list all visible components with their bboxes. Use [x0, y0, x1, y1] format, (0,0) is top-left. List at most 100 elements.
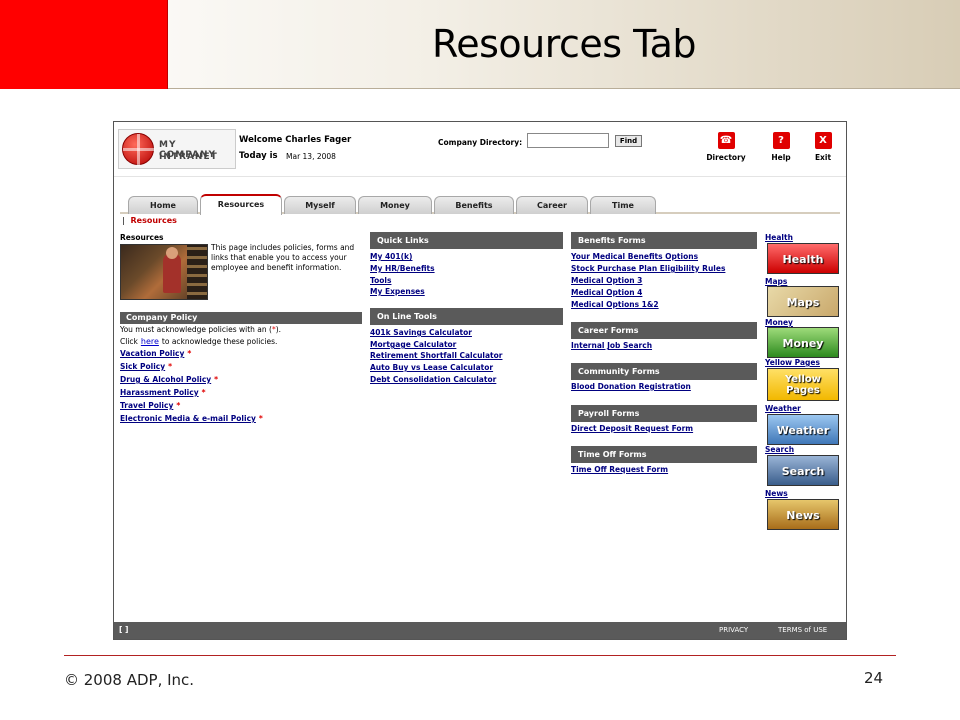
quick-links-header: Quick Links [370, 232, 563, 249]
stock-purchase-rules-link[interactable]: Stock Purchase Plan Eligibility Rules [571, 264, 725, 273]
my-expenses-link[interactable]: My Expenses [370, 287, 425, 296]
required-star: * [187, 349, 192, 358]
person-graphic [163, 253, 181, 293]
slide: Resources Tab MY COMPANY INTRANET Welcom… [0, 0, 960, 720]
tab-career[interactable]: Career [516, 196, 588, 214]
person-head-graphic [166, 247, 178, 259]
exit-label-text: Exit [814, 153, 832, 162]
tab-home[interactable]: Home [128, 196, 198, 214]
policy-link-label: Vacation Policy [120, 349, 185, 358]
tab-money[interactable]: Money [358, 196, 432, 214]
bookshelf-graphic [187, 245, 207, 299]
electronic-media-policy-link[interactable]: Electronic Media & e-mail Policy * [120, 414, 263, 423]
medical-option-4-link[interactable]: Medical Option 4 [571, 288, 642, 297]
breadcrumb-current: Resources [130, 216, 177, 225]
travel-policy-link[interactable]: Travel Policy * [120, 401, 180, 410]
required-star: * [168, 362, 173, 371]
required-star: * [214, 375, 219, 384]
required-star: * [176, 401, 181, 410]
breadcrumb: | Resources [122, 216, 177, 225]
my-hr-benefits-link[interactable]: My HR/Benefits [370, 264, 435, 273]
company-policy-header: Company Policy [120, 312, 362, 324]
slide-title-bar: Resources Tab [0, 0, 960, 89]
status-indicator: [ ] [119, 625, 129, 634]
benefits-forms-header: Benefits Forms [571, 232, 757, 249]
tab-resources[interactable]: Resources [200, 194, 282, 215]
health-link[interactable]: Health [765, 233, 793, 242]
blood-donation-link[interactable]: Blood Donation Registration [571, 382, 691, 391]
money-link[interactable]: Money [765, 318, 793, 327]
my-401k-link[interactable]: My 401(k) [370, 252, 412, 261]
maps-icon[interactable]: Maps [767, 286, 839, 317]
tab-benefits[interactable]: Benefits [434, 196, 514, 214]
debt-calculator-link[interactable]: Debt Consolidation Calculator [370, 375, 496, 384]
policy-note-suffix: ). [275, 325, 282, 334]
acknowledge-here-link[interactable]: here [141, 337, 159, 346]
auto-lease-calculator-link[interactable]: Auto Buy vs Lease Calculator [370, 363, 493, 372]
resources-description: This page includes policies, forms and l… [211, 243, 355, 272]
tab-bar: Home Resources Myself Money Benefits Car… [114, 176, 846, 215]
directory-label-text: Directory [706, 153, 746, 162]
weather-icon[interactable]: Weather [767, 414, 839, 445]
weather-link[interactable]: Weather [765, 404, 801, 413]
medical-option-3-link[interactable]: Medical Option 3 [571, 276, 642, 285]
direct-deposit-link[interactable]: Direct Deposit Request Form [571, 424, 693, 433]
exit-button[interactable]: X Exit [798, 132, 846, 162]
tools-link[interactable]: Tools [370, 276, 391, 285]
intranet-screenshot: MY COMPANY INTRANET Welcome Charles Fage… [113, 121, 847, 640]
retirement-calculator-link[interactable]: Retirement Shortfall Calculator [370, 351, 502, 360]
yellow-pages-link[interactable]: Yellow Pages [765, 358, 820, 367]
privacy-link[interactable]: PRIVACY [719, 626, 748, 634]
yellow-pages-icon[interactable]: Yellow Pages [767, 368, 839, 401]
yellow-pages-icon-text-1: Yellow [784, 374, 822, 385]
policy-acknowledge-note: Click here to acknowledge these policies. [120, 337, 277, 346]
status-bar: [ ] PRIVACY TERMS of USE [114, 622, 846, 639]
time-off-request-link[interactable]: Time Off Request Form [571, 465, 668, 474]
money-icon[interactable]: Money [767, 327, 839, 358]
today-date: Mar 13, 2008 [286, 152, 336, 161]
health-icon[interactable]: Health [767, 243, 839, 274]
medical-benefits-options-link[interactable]: Your Medical Benefits Options [571, 252, 698, 261]
payroll-forms-header: Payroll Forms [571, 405, 757, 422]
required-star: * [201, 388, 206, 397]
sick-policy-link[interactable]: Sick Policy * [120, 362, 172, 371]
resources-photo [120, 244, 208, 300]
directory-search-input[interactable] [527, 133, 609, 148]
find-button[interactable]: Find [615, 135, 642, 147]
policy-note-prefix: You must acknowledge policies with an ( [120, 325, 272, 334]
page-number: 24 [864, 669, 884, 687]
search-icon[interactable]: Search [767, 455, 839, 486]
breadcrumb-separator: | [122, 216, 125, 225]
harassment-policy-link[interactable]: Harassment Policy * [120, 388, 206, 397]
click-text: Click [120, 337, 138, 346]
intranet-header: MY COMPANY INTRANET Welcome Charles Fage… [114, 122, 846, 176]
policy-link-label: Harassment Policy [120, 388, 199, 397]
directory-button[interactable]: ☎ Directory [701, 132, 751, 162]
news-link[interactable]: News [765, 489, 788, 498]
tab-myself[interactable]: Myself [284, 196, 356, 214]
phone-icon: ☎ [717, 132, 735, 149]
accent-block [0, 0, 168, 89]
company-logo[interactable]: MY COMPANY INTRANET [118, 129, 236, 169]
logo-text-line2: INTRANET [159, 152, 218, 162]
drug-alcohol-policy-link[interactable]: Drug & Alcohol Policy * [120, 375, 218, 384]
search-link[interactable]: Search [765, 445, 794, 454]
terms-of-use-link[interactable]: TERMS of USE [778, 626, 827, 634]
slide-title: Resources Tab [432, 22, 696, 66]
mortgage-calculator-link[interactable]: Mortgage Calculator [370, 340, 456, 349]
directory-label: Company Directory: [438, 138, 523, 147]
policy-link-label: Sick Policy [120, 362, 166, 371]
career-forms-header: Career Forms [571, 322, 757, 339]
policy-link-label: Drug & Alcohol Policy [120, 375, 212, 384]
internal-job-search-link[interactable]: Internal Job Search [571, 341, 652, 350]
yellow-pages-icon-text-2: Pages [786, 385, 820, 396]
401k-calculator-link[interactable]: 401k Savings Calculator [370, 328, 472, 337]
medical-options-1-2-link[interactable]: Medical Options 1&2 [571, 300, 659, 309]
news-icon[interactable]: News [767, 499, 839, 530]
policy-link-label: Electronic Media & e-mail Policy [120, 414, 256, 423]
tab-time[interactable]: Time [590, 196, 656, 214]
policy-note: You must acknowledge policies with an (*… [120, 325, 281, 334]
maps-link[interactable]: Maps [765, 277, 787, 286]
vacation-policy-link[interactable]: Vacation Policy * [120, 349, 191, 358]
resources-heading: Resources [120, 233, 164, 242]
